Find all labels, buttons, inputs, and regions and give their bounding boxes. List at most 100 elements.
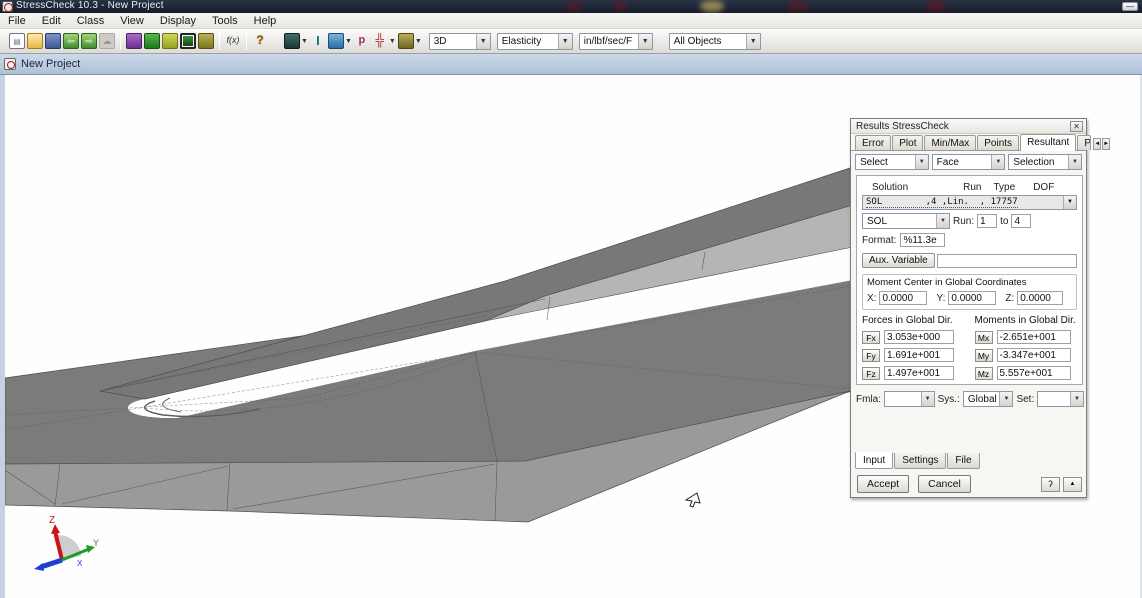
theory-combo[interactable]: Elasticity▼ xyxy=(497,33,573,50)
class-olive-icon[interactable] xyxy=(198,33,214,49)
tab-minmax[interactable]: Min/Max xyxy=(924,135,976,150)
moment-x-field[interactable] xyxy=(879,291,927,305)
new-document-icon[interactable]: ▤ xyxy=(9,33,25,49)
class-green-icon[interactable] xyxy=(144,33,160,49)
forces-label: Forces in Global Dir. xyxy=(862,315,965,326)
chevron-down-icon[interactable]: ▼ xyxy=(389,38,396,45)
chevron-down-icon[interactable]: ▼ xyxy=(415,38,422,45)
tab-plot[interactable]: Plot xyxy=(892,135,923,150)
solution-record-combo[interactable]: SOL ,4 ,Lin. , 17757 ▼ xyxy=(862,195,1077,210)
mx-field[interactable] xyxy=(997,330,1071,344)
solution-name-combo[interactable]: SOL▼ xyxy=(862,213,950,229)
mz-field[interactable] xyxy=(997,366,1071,380)
formula-row: Fmla: ▼ Sys.: Global▼ Set: ▼ xyxy=(856,391,1084,407)
tab-properties[interactable]: Prope xyxy=(1077,135,1091,150)
video-artifact xyxy=(700,0,724,12)
formula-icon[interactable]: f(x) xyxy=(225,33,241,49)
project-tab-label[interactable]: New Project xyxy=(21,58,80,70)
objects-folder-icon[interactable] xyxy=(328,33,344,49)
tab-file[interactable]: File xyxy=(947,453,979,469)
collapse-dialog-icon[interactable]: ▲ xyxy=(1063,477,1082,492)
menu-tools[interactable]: Tools xyxy=(204,14,246,28)
section-beam-icon[interactable]: I xyxy=(310,33,326,49)
tab-settings[interactable]: Settings xyxy=(894,453,946,469)
tab-input[interactable]: Input xyxy=(855,452,893,469)
export-green-icon[interactable]: ⇦ xyxy=(63,33,79,49)
mz-button[interactable]: Mz xyxy=(975,367,993,380)
tab-scroll-left-icon[interactable]: ◄ xyxy=(1093,138,1101,150)
dialog-title-bar[interactable]: Results StressCheck ✕ xyxy=(851,119,1086,134)
moment-row: My xyxy=(975,348,1078,362)
my-button[interactable]: My xyxy=(975,349,993,362)
mode-combo[interactable]: Selection▼ xyxy=(1008,154,1082,170)
chevron-down-icon[interactable]: ▼ xyxy=(301,38,308,45)
menu-display[interactable]: Display xyxy=(152,14,204,28)
my-field[interactable] xyxy=(997,348,1071,362)
svg-text:Z: Z xyxy=(49,515,55,526)
run-to-field[interactable] xyxy=(1011,214,1031,228)
display-style-icon[interactable] xyxy=(284,33,300,49)
tab-resultant[interactable]: Resultant xyxy=(1020,134,1076,151)
entity-combo[interactable]: Face▼ xyxy=(932,154,1006,170)
run-from-field[interactable] xyxy=(977,214,997,228)
chevron-down-icon: ▼ xyxy=(476,34,490,49)
svg-text:X: X xyxy=(77,559,83,568)
fx-field[interactable] xyxy=(884,330,954,344)
set-combo[interactable]: ▼ xyxy=(1037,391,1084,407)
fy-button[interactable]: Fy xyxy=(862,349,880,362)
save-icon[interactable] xyxy=(45,33,61,49)
col-run: Run xyxy=(963,182,981,193)
fy-field[interactable] xyxy=(884,348,954,362)
context-help-icon[interactable]: ʔ xyxy=(1041,477,1060,492)
tab-points[interactable]: Points xyxy=(977,135,1019,150)
menu-file[interactable]: File xyxy=(0,14,34,28)
class-lime-icon[interactable] xyxy=(162,33,178,49)
dialog-tabs: Error Plot Min/Max Points Resultant Prop… xyxy=(851,134,1086,151)
class-purple-icon[interactable] xyxy=(126,33,142,49)
chevron-down-icon[interactable]: ▼ xyxy=(345,38,352,45)
project-tab-bar: New Project xyxy=(0,54,1142,75)
video-artifact xyxy=(612,2,628,11)
selector-row: Select▼ Face▼ Selection▼ xyxy=(851,151,1086,173)
menu-view[interactable]: View xyxy=(112,14,152,28)
aux-variable-field[interactable] xyxy=(937,254,1077,268)
menu-class[interactable]: Class xyxy=(69,14,113,28)
menu-help[interactable]: Help xyxy=(246,14,285,28)
objects-combo[interactable]: All Objects▼ xyxy=(669,33,761,50)
menu-edit[interactable]: Edit xyxy=(34,14,69,28)
tab-scroll-right-icon[interactable]: ► xyxy=(1102,138,1110,150)
chevron-down-icon: ▼ xyxy=(746,34,760,49)
points-icon[interactable]: p xyxy=(354,33,370,49)
sys-combo[interactable]: Global▼ xyxy=(963,391,1014,407)
cancel-button[interactable]: Cancel xyxy=(918,475,971,493)
dimension-combo[interactable]: 3D▼ xyxy=(429,33,491,50)
units-combo[interactable]: in/lbf/sec/F▼ xyxy=(579,33,653,50)
import-green-icon[interactable]: ⇨ xyxy=(81,33,97,49)
mx-button[interactable]: Mx xyxy=(975,331,993,344)
moment-y-field[interactable] xyxy=(948,291,996,305)
minimize-button[interactable]: — xyxy=(1122,2,1138,11)
close-icon[interactable]: ✕ xyxy=(1070,121,1083,132)
format-field[interactable] xyxy=(900,233,945,247)
axes-tool-icon[interactable]: ╬ xyxy=(372,33,388,49)
open-project-icon[interactable] xyxy=(27,33,43,49)
svg-text:Y: Y xyxy=(93,538,99,548)
model-viewport[interactable]: Z Y X Results StressCheck ✕ Error Plot M… xyxy=(0,75,1142,598)
tab-error[interactable]: Error xyxy=(855,135,891,150)
moment-center-group: Moment Center in Global Coordinates X: Y… xyxy=(862,274,1077,310)
moment-z-field[interactable] xyxy=(1017,291,1063,305)
help-icon[interactable]: ? xyxy=(252,33,268,49)
chevron-down-icon: ▼ xyxy=(999,392,1012,406)
fx-button[interactable]: Fx xyxy=(862,331,880,344)
fmla-combo[interactable]: ▼ xyxy=(884,391,935,407)
video-artifact xyxy=(786,1,808,11)
fz-button[interactable]: Fz xyxy=(862,367,880,380)
method-combo[interactable]: Select▼ xyxy=(855,154,929,170)
aux-variable-button[interactable]: Aux. Variable xyxy=(862,253,935,268)
accept-button[interactable]: Accept xyxy=(857,475,909,493)
project-icon xyxy=(4,58,16,70)
fz-field[interactable] xyxy=(884,366,954,380)
set-label: Set: xyxy=(1016,394,1034,405)
snapshot-icon[interactable] xyxy=(398,33,414,49)
class-active-icon[interactable] xyxy=(180,33,196,49)
